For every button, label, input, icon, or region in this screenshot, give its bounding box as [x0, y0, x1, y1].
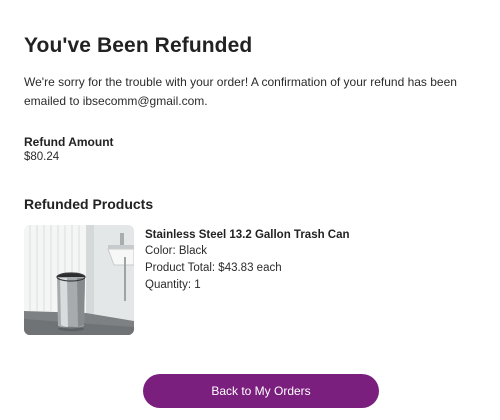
refund-amount-value: $80.24 — [24, 151, 60, 163]
product-image — [24, 225, 134, 335]
product-total: Product Total: $43.83 each — [145, 262, 282, 274]
page-title: You've Been Refunded — [24, 34, 253, 57]
product-name: Stainless Steel 13.2 Gallon Trash Can — [145, 229, 350, 241]
refunded-product-item: Stainless Steel 13.2 Gallon Trash Can Co… — [24, 225, 484, 335]
product-color: Color: Black — [145, 245, 207, 257]
product-quantity: Quantity: 1 — [145, 279, 201, 291]
refund-confirmation-message: We're sorry for the trouble with your or… — [24, 75, 457, 108]
refunded-products-heading: Refunded Products — [24, 196, 154, 212]
product-details: Stainless Steel 13.2 Gallon Trash Can Co… — [145, 227, 475, 294]
refund-amount-label: Refund Amount — [24, 135, 114, 149]
back-to-my-orders-button[interactable]: Back to My Orders — [143, 374, 379, 408]
